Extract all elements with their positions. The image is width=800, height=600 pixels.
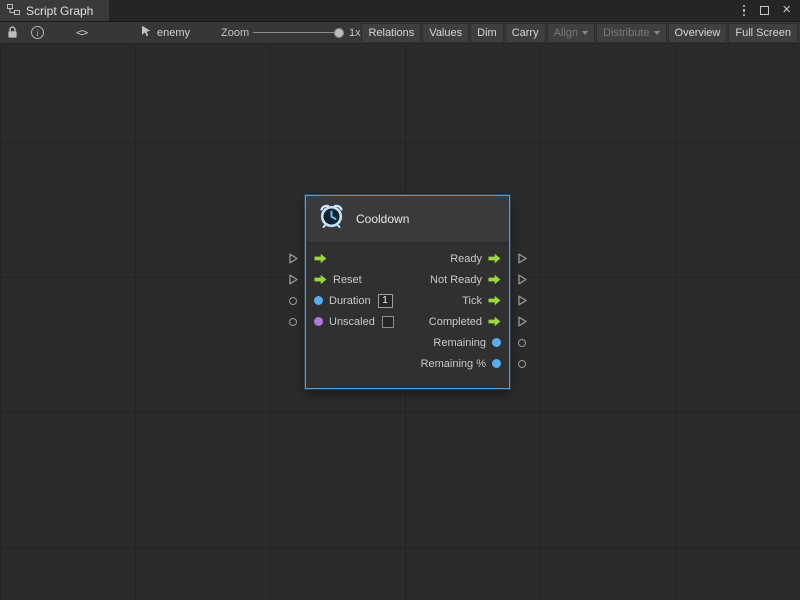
data-out-port-icon[interactable] — [492, 338, 501, 347]
port-label-remaining-pct: Remaining % — [421, 358, 486, 370]
control-out-port-icon[interactable] — [488, 295, 501, 306]
cooldown-node[interactable]: Cooldown Ready — [305, 195, 510, 389]
port-label-duration: Duration — [329, 295, 371, 307]
window-controls: × — [741, 0, 800, 21]
data-output-connector[interactable] — [516, 358, 528, 370]
chevron-down-icon — [582, 31, 588, 35]
button-relations[interactable]: Relations — [361, 23, 421, 43]
graph-canvas[interactable]: Cooldown Ready — [0, 44, 800, 600]
zoom-slider-handle[interactable] — [334, 28, 344, 38]
zoom-label: Zoom — [221, 22, 249, 43]
button-align[interactable]: Align — [547, 23, 595, 43]
port-label-reset: Reset — [333, 274, 362, 286]
button-distribute[interactable]: Distribute — [596, 23, 666, 43]
context-label: enemy — [157, 27, 190, 39]
toolbar-buttons: Relations Values Dim Carry Align Distrib… — [361, 23, 798, 43]
close-icon[interactable]: × — [782, 2, 791, 17]
control-out-port-icon[interactable] — [488, 274, 501, 285]
chevron-down-icon — [654, 31, 660, 35]
code-preview-icon[interactable]: <> — [76, 22, 87, 43]
data-output-connector[interactable] — [516, 337, 528, 349]
control-output-connector[interactable] — [516, 316, 528, 328]
graph-context[interactable]: enemy — [140, 22, 190, 43]
title-bar: Script Graph × — [0, 0, 800, 22]
data-out-port-icon[interactable] — [492, 359, 501, 368]
port-row: Remaining — [306, 332, 509, 353]
button-full-screen[interactable]: Full Screen — [728, 23, 798, 43]
graph-toolbar: i <> enemy Zoom 1x Relations Values Dim … — [0, 22, 800, 44]
control-out-port-icon[interactable] — [488, 253, 501, 264]
duration-value-field[interactable]: 1 — [378, 294, 393, 308]
control-in-port-icon[interactable] — [314, 253, 327, 264]
port-row: Reset Not Ready — [306, 269, 509, 290]
script-graph-window: Script Graph × i <> enemy Zo — [0, 0, 800, 600]
alarm-clock-icon — [318, 203, 345, 235]
script-graph-icon — [7, 4, 20, 18]
tab-label: Script Graph — [26, 4, 93, 18]
zoom-slider-track[interactable] — [253, 32, 341, 33]
port-label-tick: Tick — [462, 295, 482, 307]
cooldown-node-header[interactable]: Cooldown — [306, 196, 509, 243]
control-out-port-icon[interactable] — [488, 316, 501, 327]
port-row: Unscaled Completed — [306, 311, 509, 332]
port-label-not-ready: Not Ready — [430, 274, 482, 286]
port-label-ready: Ready — [450, 253, 482, 265]
button-overview[interactable]: Overview — [668, 23, 728, 43]
node-title: Cooldown — [356, 212, 409, 226]
control-input-connector[interactable] — [287, 274, 299, 286]
pointer-icon — [140, 25, 152, 40]
zoom-slider[interactable] — [253, 22, 341, 43]
button-align-label: Align — [554, 27, 578, 39]
data-input-connector[interactable] — [287, 316, 299, 328]
port-label-remaining: Remaining — [433, 337, 486, 349]
window-menu-icon[interactable] — [741, 3, 748, 19]
info-icon[interactable]: i — [31, 22, 44, 43]
button-dim[interactable]: Dim — [470, 23, 504, 43]
control-input-connector[interactable] — [287, 253, 299, 265]
button-distribute-label: Distribute — [603, 27, 649, 39]
control-output-connector[interactable] — [516, 295, 528, 307]
maximize-icon[interactable] — [760, 6, 769, 15]
unscaled-checkbox[interactable] — [382, 316, 394, 328]
control-output-connector[interactable] — [516, 253, 528, 265]
port-row: Duration 1 Tick — [306, 290, 509, 311]
zoom-value: 1x — [349, 22, 361, 43]
cooldown-node-body: Ready — [306, 243, 509, 388]
data-in-port-icon[interactable] — [314, 296, 323, 305]
data-input-connector[interactable] — [287, 295, 299, 307]
lock-icon[interactable] — [7, 22, 18, 43]
port-label-completed: Completed — [429, 316, 482, 328]
control-output-connector[interactable] — [516, 274, 528, 286]
port-row: Ready — [306, 248, 509, 269]
button-values[interactable]: Values — [422, 23, 469, 43]
port-row: Remaining % — [306, 353, 509, 374]
tab-script-graph[interactable]: Script Graph — [0, 0, 109, 21]
data-in-port-icon[interactable] — [314, 317, 323, 326]
control-in-port-icon[interactable] — [314, 274, 327, 285]
port-label-unscaled: Unscaled — [329, 316, 375, 328]
button-carry[interactable]: Carry — [505, 23, 546, 43]
